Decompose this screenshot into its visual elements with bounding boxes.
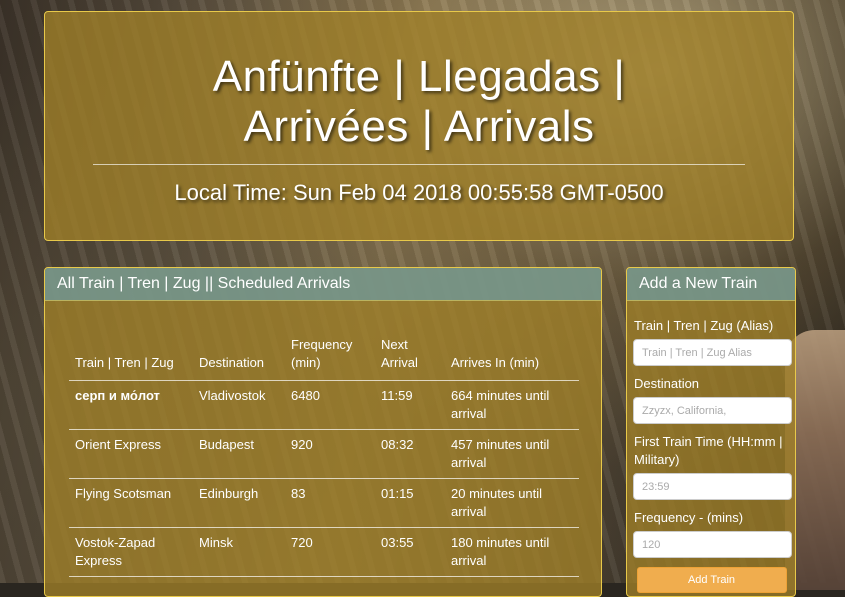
train-next-arrival: 08:32: [375, 429, 445, 479]
train-destination: Edinburgh: [193, 478, 285, 528]
local-time-clock: Local Time: Sun Feb 04 2018 00:55:58 GMT…: [174, 180, 664, 205]
table-row: Vostok-Zapad Express Minsk 720 03:55 180…: [69, 527, 579, 577]
scheduled-arrivals-panel: All Train | Tren | Zug || Scheduled Arri…: [44, 267, 602, 597]
frequency-input[interactable]: [633, 531, 792, 558]
add-train-panel: Add a New Train Train | Tren | Zug (Alia…: [626, 267, 796, 597]
train-name: Flying Scotsman: [69, 478, 193, 528]
first-train-time-input[interactable]: [633, 473, 792, 500]
train-destination: Minsk: [193, 527, 285, 577]
train-next-arrival: 01:15: [375, 478, 445, 528]
page-header: Anfünfte | Llegadas | Arrivées | Arrival…: [44, 11, 794, 241]
train-name: серп и мо́лот: [69, 380, 193, 430]
train-destination: Vladivostok: [193, 380, 285, 430]
add-train-form: Train | Tren | Zug (Alias) Destination F…: [627, 301, 795, 593]
col-next-arrival: Next Arrival: [375, 334, 445, 381]
add-train-button[interactable]: Add Train: [636, 567, 787, 593]
first-train-time-label: First Train Time (HH:mm | Military): [634, 434, 783, 467]
train-arrives-in: 180 minutes until arrival: [445, 527, 579, 577]
table-row: Orient Express Budapest 920 08:32 457 mi…: [69, 429, 579, 479]
train-arrives-in: 664 minutes until arrival: [445, 380, 579, 430]
train-arrives-in: 20 minutes until arrival: [445, 478, 579, 528]
train-frequency: 83: [285, 478, 375, 528]
destination-input[interactable]: [633, 397, 792, 424]
col-train: Train | Tren | Zug: [69, 334, 193, 381]
train-name: Orient Express: [69, 429, 193, 479]
train-frequency: 720: [285, 527, 375, 577]
train-destination: Budapest: [193, 429, 285, 479]
train-arrives-in: 457 minutes until arrival: [445, 429, 579, 479]
train-name: Vostok-Zapad Express: [69, 527, 193, 577]
add-train-heading: Add a New Train: [627, 268, 795, 301]
col-frequency: Frequency (min): [285, 334, 375, 381]
train-name-input[interactable]: [633, 339, 792, 366]
page-title: Anfünfte | Llegadas | Arrivées | Arrival…: [212, 52, 626, 151]
train-next-arrival: 11:59: [375, 380, 445, 430]
table-header-row: Train | Tren | Zug Destination Frequency…: [69, 334, 579, 381]
col-arrives-in: Arrives In (min): [445, 334, 579, 381]
train-frequency: 6480: [285, 380, 375, 430]
train-name-label: Train | Tren | Zug (Alias): [634, 318, 774, 333]
table-row: серп и мо́лот Vladivostok 6480 11:59 664…: [69, 380, 579, 430]
frequency-label: Frequency - (mins): [634, 510, 744, 525]
destination-label: Destination: [634, 376, 700, 391]
table-row: Flying Scotsman Edinburgh 83 01:15 20 mi…: [69, 478, 579, 528]
scheduled-arrivals-heading: All Train | Tren | Zug || Scheduled Arri…: [45, 268, 601, 301]
arrivals-table: Train | Tren | Zug Destination Frequency…: [69, 334, 579, 577]
header-divider: [93, 164, 745, 165]
train-next-arrival: 03:55: [375, 527, 445, 577]
col-destination: Destination: [193, 334, 285, 381]
train-frequency: 920: [285, 429, 375, 479]
